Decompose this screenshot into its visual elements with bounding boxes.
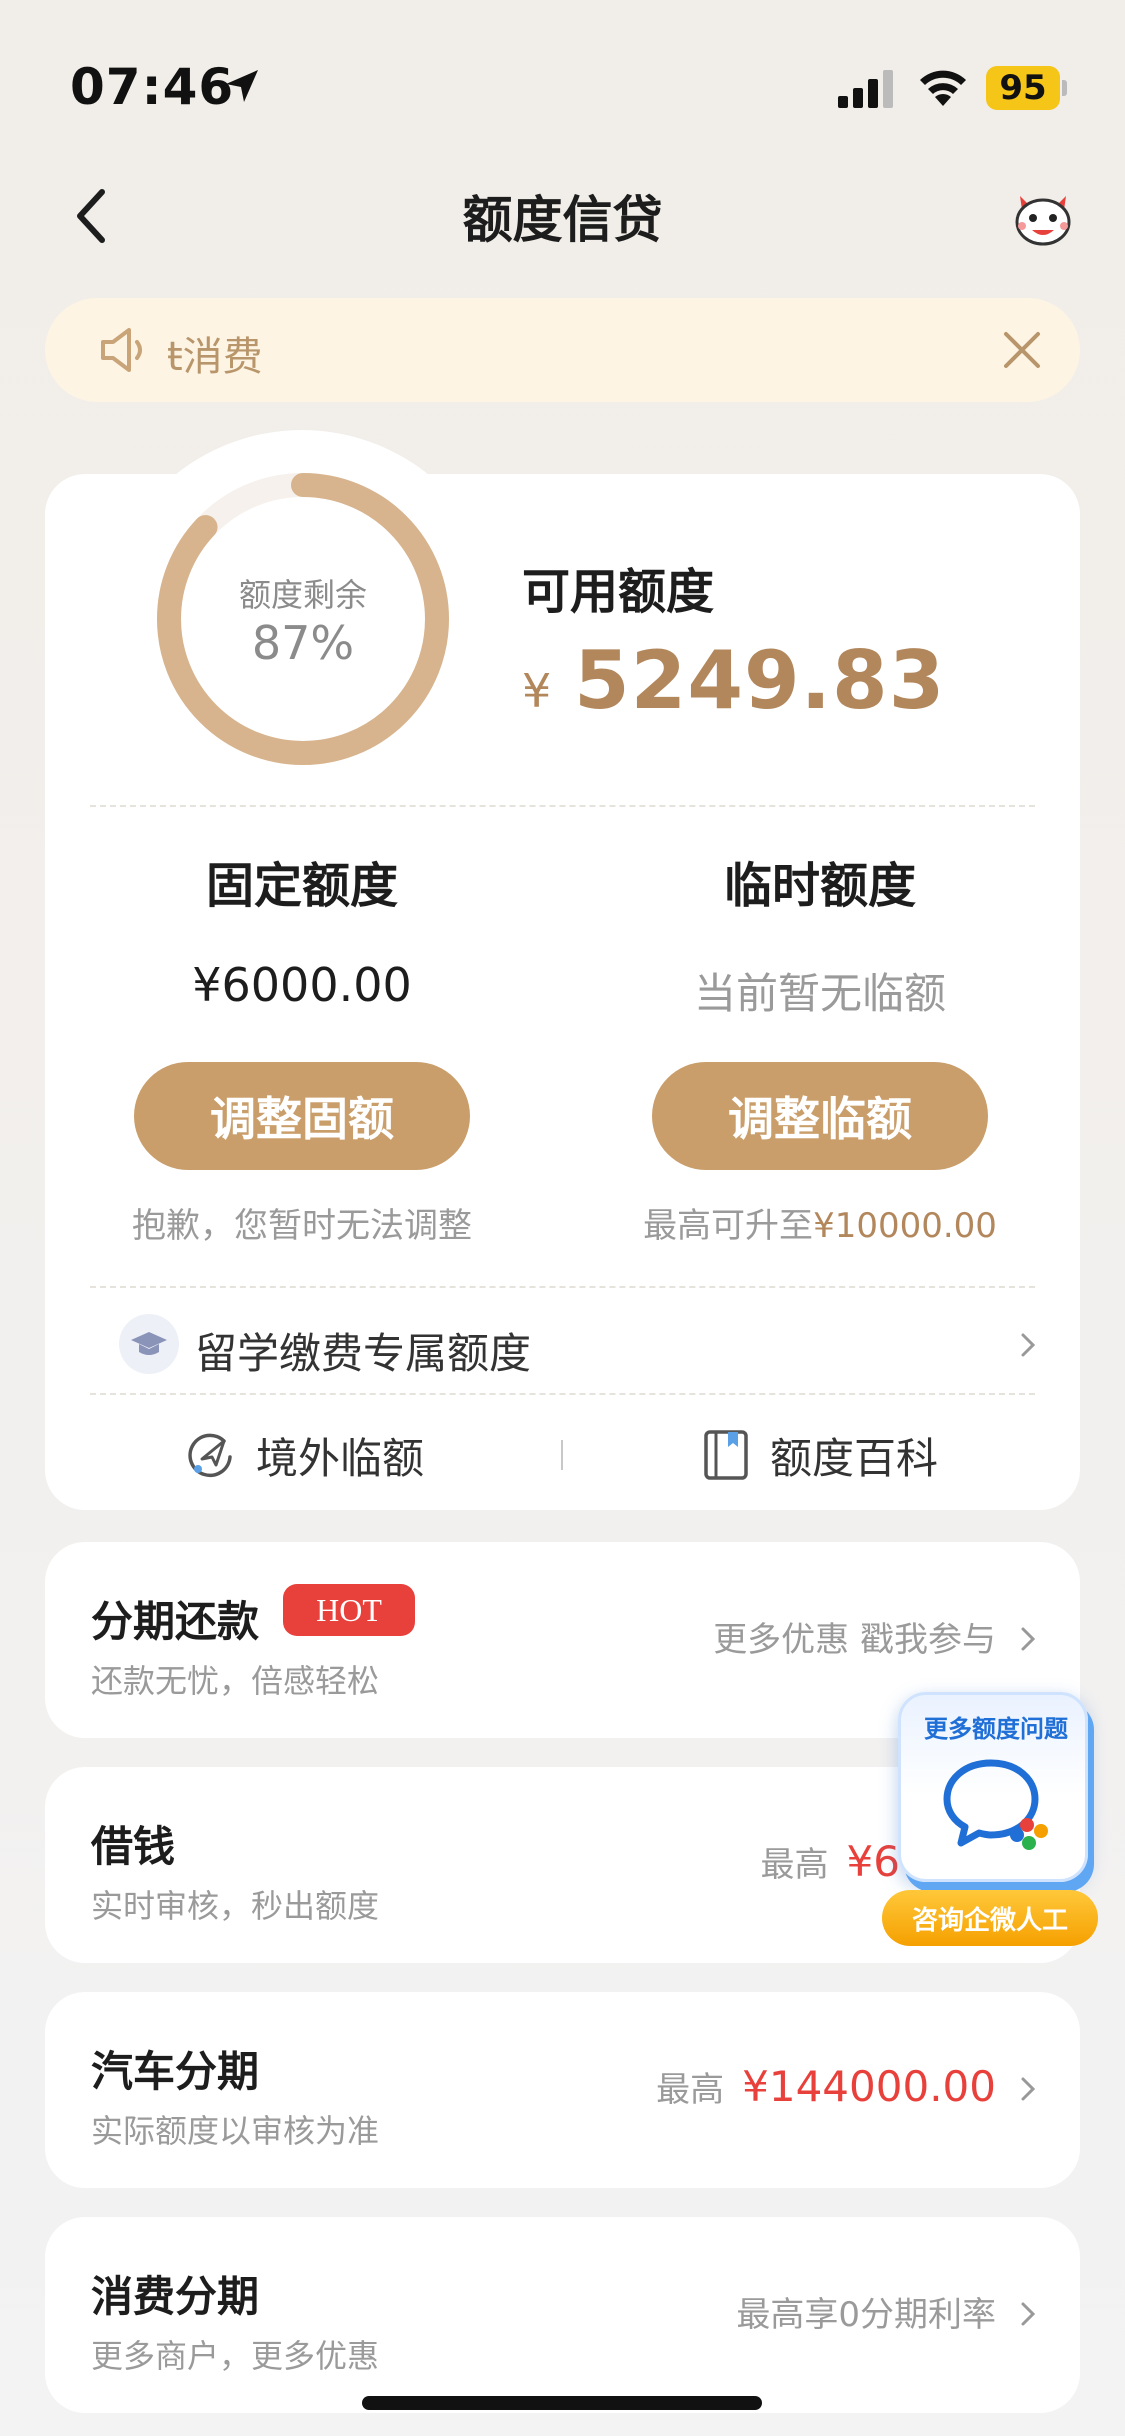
study-abroad-credit-row[interactable]: 留学缴费专属额度: [45, 1300, 1080, 1390]
currency-symbol: ¥: [522, 664, 552, 718]
temp-credit-note: 最高可升至¥10000.00: [580, 1198, 1060, 1247]
support-float-card[interactable]: 更多额度问题: [898, 1692, 1088, 1882]
fixed-credit-note: 抱歉，您暂时无法调整: [132, 1206, 472, 1246]
page-title: 额度信贷: [462, 191, 663, 249]
cellular-signal-icon: [838, 70, 893, 108]
chevron-right-icon: [1021, 1333, 1036, 1357]
support-title: 更多额度问题: [924, 1715, 1068, 1743]
list-item-subtitle: 实时审核，秒出额度: [91, 1887, 380, 1925]
chevron-right-icon: [1021, 1627, 1036, 1651]
list-item-right-text: 最高享0分期利率: [736, 2287, 996, 2336]
divider: [90, 1393, 1035, 1395]
promo-text: 最高享0分期利率: [736, 2295, 996, 2335]
available-credit-label: 可用额度: [522, 564, 715, 620]
contact-agent-button[interactable]: 咨询企微人工: [882, 1890, 1098, 1946]
list-item-right-text: 更多优惠 戳我参与: [713, 1612, 996, 1661]
fixed-credit-title: 固定额度: [205, 858, 398, 914]
temp-note-amount: ¥10000.00: [813, 1206, 997, 1246]
hot-badge: HOT: [283, 1584, 415, 1636]
consumer-installment-card[interactable]: 消费分期 更多商户，更多优惠 最高享0分期利率: [45, 2217, 1080, 2413]
book-icon: [704, 1430, 748, 1480]
wifi-icon: [920, 70, 966, 106]
max-label: 最高: [656, 2070, 725, 2110]
ring-percent: 87%: [251, 616, 355, 670]
graduation-cap-icon: [119, 1314, 179, 1374]
list-item-subtitle: 还款无忧，倍感轻松: [91, 1662, 380, 1700]
list-item-title: 分期还款: [91, 1597, 260, 1646]
list-item-title: 汽车分期: [91, 2047, 260, 2096]
list-item-right-text: 最高 ¥144000.00: [656, 2062, 996, 2111]
speaker-icon: [101, 328, 142, 372]
temp-credit-value: 当前暂无临额: [693, 969, 946, 1018]
close-icon[interactable]: [1000, 328, 1044, 372]
list-item-right-text: 最高 ¥6: [761, 1837, 900, 1886]
battery-indicator: 95: [986, 66, 1067, 110]
max-label: 最高: [760, 1845, 829, 1885]
notice-banner[interactable]: ŧ消费: [45, 298, 1080, 402]
battery-level: 95: [986, 66, 1060, 110]
notice-text: ŧ消费: [167, 334, 263, 380]
study-abroad-label: 留学缴费专属额度: [195, 1329, 532, 1378]
max-amount: ¥144000.00: [742, 2062, 996, 2111]
max-amount: ¥6: [846, 1837, 900, 1886]
chevron-right-icon: [1021, 2302, 1036, 2326]
location-arrow-icon: [226, 70, 258, 102]
list-item-subtitle: 实际额度以审核为准: [91, 2112, 380, 2150]
temp-note-prefix: 最高可升至: [643, 1206, 814, 1246]
fixed-credit-value: ¥6000.00: [192, 958, 412, 1012]
nav-bar: 额度信贷: [0, 160, 1125, 260]
overseas-label: 境外临额: [256, 1433, 425, 1483]
list-item-title: 消费分期: [91, 2272, 260, 2321]
status-time: 07:46: [70, 58, 235, 116]
overseas-temp-credit-link[interactable]: 境外临额: [184, 1420, 424, 1490]
adjust-temp-button[interactable]: 调整临额: [652, 1062, 988, 1170]
status-bar: 07:46 95: [0, 0, 1125, 130]
temp-credit-title: 临时额度: [723, 858, 916, 914]
adjust-fixed-button[interactable]: 调整固额: [134, 1062, 470, 1170]
credit-wiki-link[interactable]: 额度百科: [702, 1420, 938, 1490]
list-item-subtitle: 更多商户，更多优惠: [91, 2337, 380, 2375]
ring-label: 额度剩余: [238, 576, 367, 614]
chevron-right-icon: [1021, 2077, 1036, 2101]
car-installment-card[interactable]: 汽车分期 实际额度以审核为准 最高 ¥144000.00: [45, 1992, 1080, 2188]
wiki-label: 额度百科: [770, 1433, 939, 1483]
list-item-title: 借钱: [91, 1822, 176, 1871]
mascot-icon[interactable]: [1008, 184, 1078, 250]
promo-text: 更多优惠 戳我参与: [713, 1620, 996, 1660]
available-credit-amount: 5249.83: [574, 634, 946, 727]
link-separator: [561, 1440, 563, 1470]
divider: [90, 805, 1035, 807]
divider: [90, 1286, 1035, 1288]
home-indicator: [362, 2396, 762, 2410]
battery-tip: [1062, 80, 1067, 96]
wecom-chat-icon: [943, 1759, 1048, 1850]
plane-circle-icon: [188, 1433, 232, 1478]
